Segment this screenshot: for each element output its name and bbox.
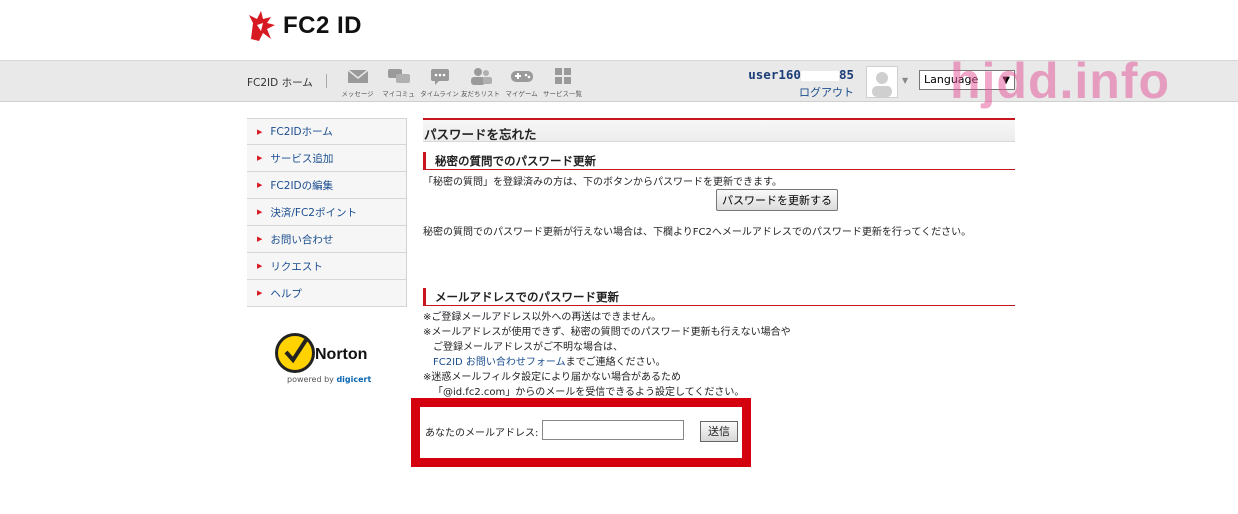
nav-icon-group: メッセージ マイコミュ タイムライン 友だちリスト マイゲーム サービス一覧 [337,67,583,98]
email-note-4: までご連絡ください。 [565,357,666,368]
sidebar-item-label: サービス追加 [270,152,334,165]
sidebar-item-help[interactable]: ▶ ヘルプ [247,280,407,307]
nav-message-label: メッセージ [341,90,374,98]
nav-timeline-button[interactable]: タイムライン [419,67,460,98]
nav-friends-label: 友だちリスト [461,90,500,98]
triangle-bullet-icon: ▶ [257,127,263,136]
norton-powered-by: powered by digicert [287,375,371,384]
secret-question-intro: 「秘密の質問」を登録済みの方は、下のボタンからパスワードを更新できます。 [423,177,782,188]
logo-text: FC2 ID [283,12,363,39]
mycommu-icon [387,69,410,83]
secret-question-fallback: 秘密の質問でのパスワード更新が行えない場合は、下欄よりFC2へメールアドレスでの… [423,227,972,238]
triangle-bullet-icon: ▶ [257,262,263,270]
sidebar-item-request[interactable]: ▶ リクエスト [247,253,407,280]
main-content: パスワードを忘れた 秘密の質問でのパスワード更新 「秘密の質問」を登録済みの方は… [423,118,1015,400]
norton-check-icon [275,333,315,373]
fc2id-logo[interactable]: FC2 ID [247,9,362,43]
nav-timeline-label: タイムライン [420,90,459,98]
language-select[interactable]: Language ▼ [919,70,1015,90]
nav-game-button[interactable]: マイゲーム [501,67,542,98]
nav-home-link[interactable]: FC2ID ホーム [247,75,313,90]
nav-message-button[interactable]: メッセージ [337,67,378,98]
triangle-bullet-icon: ▶ [257,208,263,216]
triangle-bullet-icon: ▶ [257,154,263,162]
norton-seal[interactable]: Norton powered by digicert [275,333,379,387]
sidebar-item-label: リクエスト [270,260,323,273]
sidebar-item-edit[interactable]: ▶ FC2IDの編集 [247,172,407,199]
page-title: パスワードを忘れた [423,118,1015,142]
norton-powered-prefix: powered by [287,375,337,384]
email-note-5: ※迷惑メールフィルタ設定により届かない場合があるため [423,372,681,383]
nav-services-label: サービス一覧 [543,90,582,98]
sidebar-item-label: ヘルプ [270,287,302,300]
email-note-3: ご登録メールアドレスがご不明な場合は、 [433,342,623,353]
nav-divider [326,74,327,88]
user-name-prefix: user160 [748,67,801,82]
user-name-suffix: 85 [838,67,854,82]
sidebar-item-home[interactable]: ▶ FC2IDホーム [247,118,407,145]
norton-wordmark: Norton [315,346,368,363]
email-field[interactable] [542,420,684,440]
chevron-down-icon: ▼ [1002,75,1010,86]
message-icon [347,69,368,83]
email-field-label: あなたのメールアドレス: [425,428,539,439]
avatar[interactable] [866,66,898,98]
sidebar-item-label: FC2IDの編集 [270,179,334,192]
sidebar-item-label: 決済/FC2ポイント [270,206,357,219]
game-icon [510,71,533,82]
secret-question-heading: 秘密の質問でのパスワード更新 [423,152,1015,170]
user-silhouette-icon [872,72,892,97]
email-note-2: ※メールアドレスが使用できず、秘密の質問でのパスワード更新も行えない場合や [423,327,791,338]
nav-mycommu-button[interactable]: マイコミュ [378,67,419,98]
avatar-caret-icon[interactable]: ▼ [902,76,908,85]
email-reset-heading: メールアドレスでのパスワード更新 [423,288,1015,306]
user-info: user160 85 ログアウト [748,67,854,100]
sidebar-item-contact[interactable]: ▶ お問い合わせ [247,226,407,253]
user-name[interactable]: user160 85 [748,67,854,82]
nav-mycommu-label: マイコミュ [382,90,415,98]
send-button[interactable]: 送信 [700,421,738,442]
nav-services-button[interactable]: サービス一覧 [542,67,583,98]
redaction-mask [800,70,839,81]
top-navbar: FC2ID ホーム メッセージ マイコミュ タイムライン 友だちリスト マイゲー… [0,60,1238,102]
contact-form-link[interactable]: FC2ID お問い合わせフォーム [433,357,566,368]
nav-friends-button[interactable]: 友だちリスト [460,67,501,98]
language-select-value: Language [924,73,979,86]
logout-link[interactable]: ログアウト [748,84,854,100]
sidebar-item-add-service[interactable]: ▶ サービス追加 [247,145,407,172]
nav-game-label: マイゲーム [505,90,538,98]
sidebar: ▶ FC2IDホーム ▶ サービス追加 ▶ FC2IDの編集 ▶ 決済/FC2ポイント … [247,118,407,307]
digicert-brand: digicert [336,375,372,384]
sidebar-item-label: お問い合わせ [270,233,334,246]
email-note-1: ※ご登録メールアドレス以外への再送はできません。 [423,312,662,323]
unicorn-logo-icon [249,11,275,41]
email-note-4-line: FC2ID お問い合わせフォームまでご連絡ください。 [423,355,1015,370]
services-icon [554,68,571,84]
friends-icon [470,68,492,85]
triangle-bullet-icon: ▶ [257,289,263,297]
sidebar-item-payment[interactable]: ▶ 決済/FC2ポイント [247,199,407,226]
triangle-bullet-icon: ▶ [257,181,263,189]
email-form-highlight: あなたのメールアドレス: 送信 [411,398,751,467]
timeline-icon [430,69,449,85]
sidebar-item-label: FC2IDホーム [270,126,333,138]
triangle-bullet-icon: ▶ [257,235,263,243]
update-password-button[interactable]: パスワードを更新する [716,189,838,211]
